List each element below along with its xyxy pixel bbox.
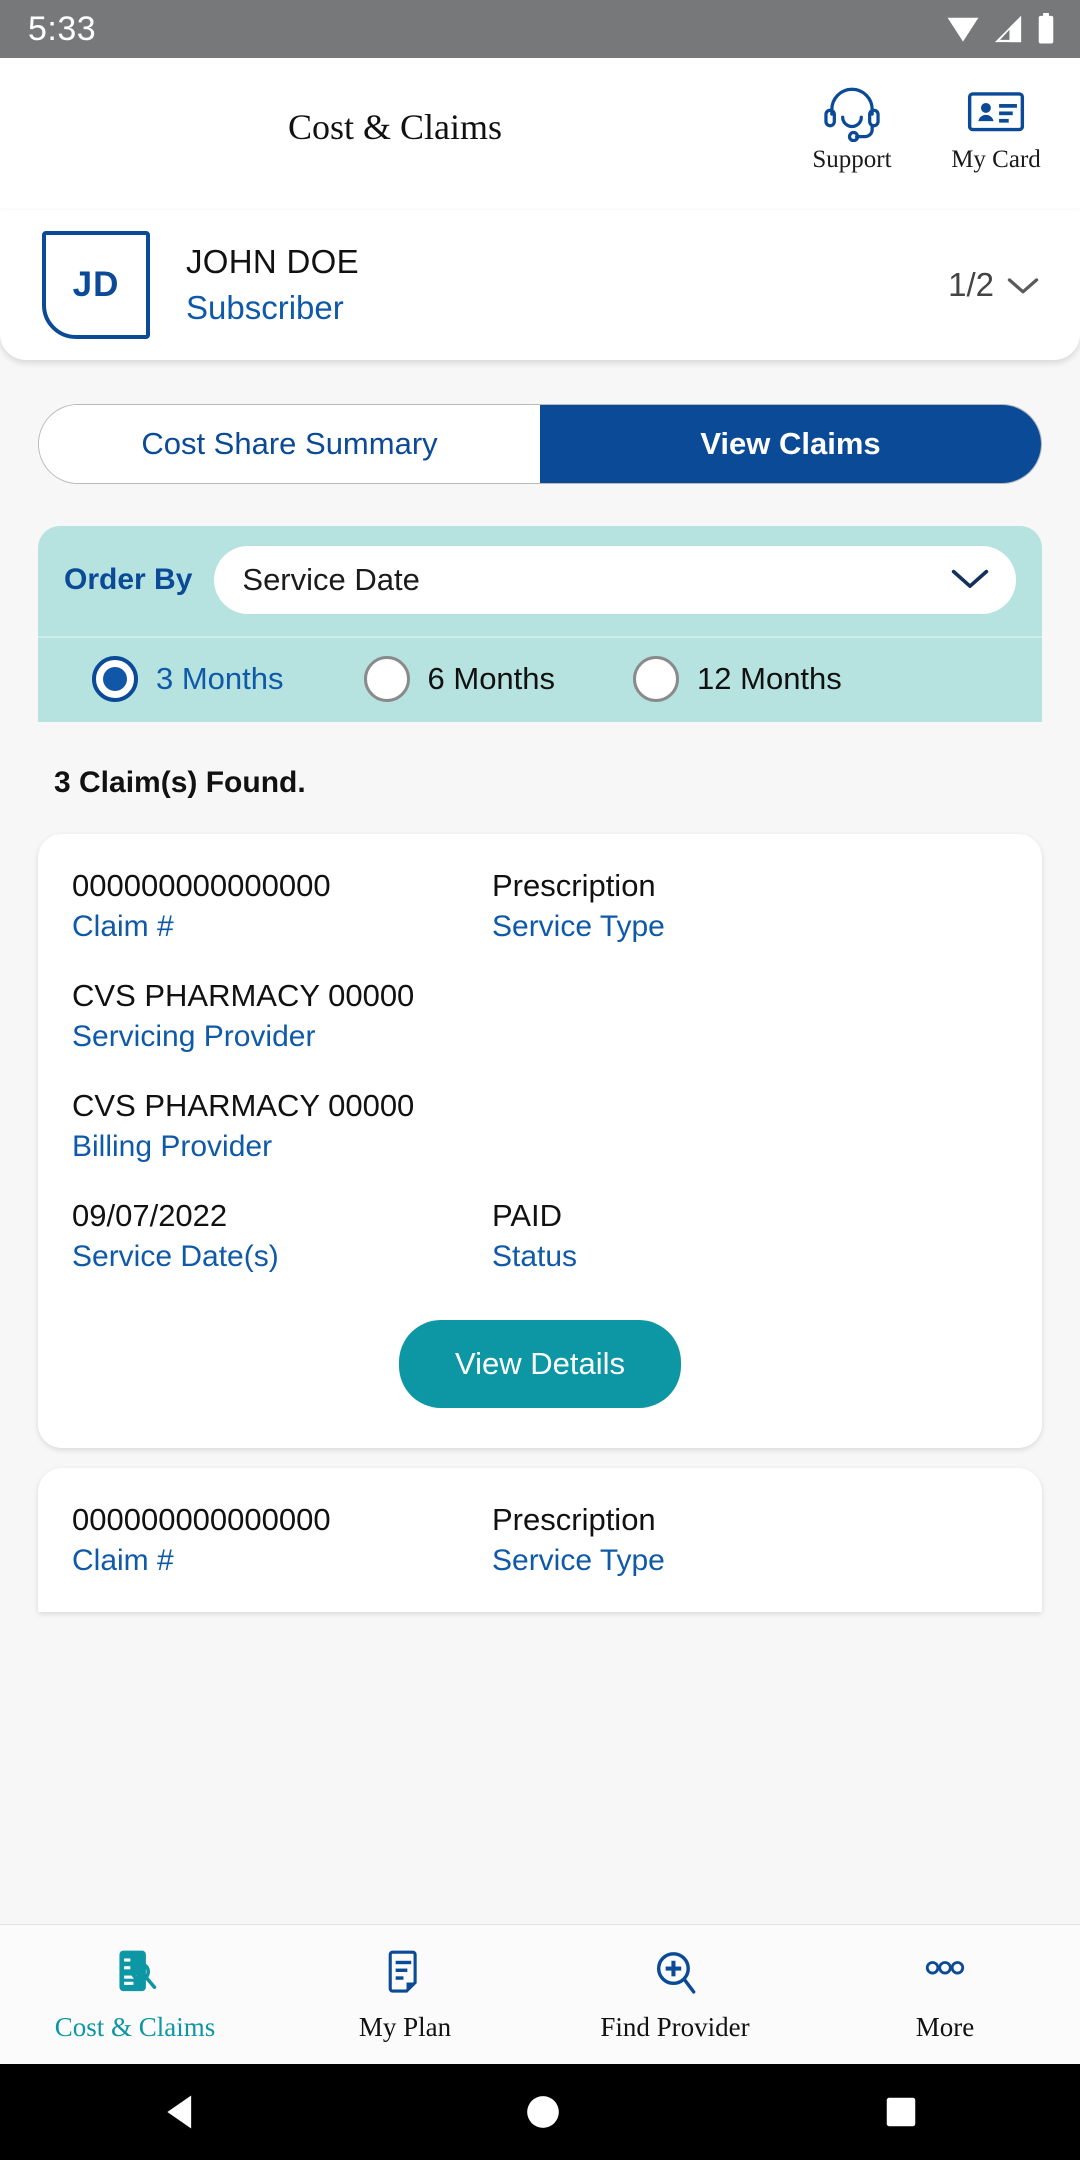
nav-my-plan-label: My Plan	[358, 2012, 452, 2042]
circle-icon	[527, 2096, 559, 2128]
nav-find-provider-label: Find Provider	[600, 2012, 750, 2042]
service-date-field: 09/07/2022 Service Date(s)	[72, 1198, 492, 1274]
servicing-provider-field: CVS PHARMACY 00000 Servicing Provider	[72, 978, 492, 1054]
tab-cost-share-summary[interactable]: Cost Share Summary	[39, 405, 540, 483]
claim-row-identity: 000000000000000 Claim # Prescription Ser…	[72, 868, 1008, 978]
service-type-field: Prescription Service Type	[492, 1502, 1008, 1578]
radio-6-months-control[interactable]	[363, 656, 410, 702]
status-field: PAID Status	[492, 1198, 1008, 1274]
status-time: 5:33	[28, 9, 97, 48]
radio-3-months-label: 3 Months	[156, 661, 284, 696]
my-card-label: My Card	[951, 146, 1041, 173]
claim-card[interactable]: 000000000000000 Claim # Prescription Ser…	[38, 834, 1042, 1448]
radio-12-months-control[interactable]	[633, 656, 680, 702]
square-icon	[887, 2097, 916, 2127]
claims-found-text: 3 Claim(s) Found.	[54, 766, 306, 799]
service-date-label: Service Date(s)	[72, 1240, 279, 1273]
tabs-container: Cost Share Summary View Claims	[0, 360, 1080, 484]
member-pager-count: 1/2	[948, 266, 994, 303]
claim-number-label: Claim #	[72, 910, 174, 943]
nav-cost-claims[interactable]: Cost & Claims	[0, 1946, 270, 2043]
avatar: JD	[42, 231, 150, 339]
battery-icon	[1038, 13, 1054, 44]
claims-results: 3 Claim(s) Found. 000000000000000 Claim …	[38, 722, 1042, 1612]
nav-find-provider[interactable]: Find Provider	[540, 1946, 810, 2043]
member-role: Subscriber	[186, 289, 344, 326]
member-info: JOHN DOE Subscriber	[186, 243, 359, 327]
claim-number-field: 000000000000000 Claim #	[72, 868, 492, 944]
view-details-wrap: View Details	[72, 1308, 1008, 1448]
status-icon-group	[946, 13, 1056, 45]
wifi-icon	[947, 17, 979, 42]
radio-3-months-control[interactable]	[92, 656, 138, 702]
triangle-left-icon	[166, 2095, 191, 2129]
claim-row-servicing: CVS PHARMACY 00000 Servicing Provider	[72, 978, 1008, 1088]
service-type-label: Service Type	[492, 910, 665, 943]
claim-row-date-status: 09/07/2022 Service Date(s) PAID Status	[72, 1198, 1008, 1308]
system-navigation-bar	[0, 2064, 1080, 2160]
member-pager[interactable]: 1/2	[948, 266, 1040, 304]
back-button[interactable]	[160, 2090, 204, 2134]
claim-number-value: 000000000000000	[72, 868, 331, 903]
more-dots-icon	[925, 1961, 965, 1975]
status-bar: 5:33	[0, 0, 1080, 58]
view-mode-tabs: Cost Share Summary View Claims	[38, 404, 1042, 484]
order-by-row: Order By Service Date	[38, 526, 1042, 636]
billing-provider-value: CVS PHARMACY 00000	[72, 1088, 415, 1123]
app-header: Cost & Claims Support My Card	[0, 58, 1080, 210]
claim-number-label: Claim #	[72, 1544, 174, 1577]
billing-provider-label: Billing Provider	[72, 1130, 273, 1163]
app-screen: 5:33 Cost & Claims Support My Card JD JO…	[0, 0, 1080, 2160]
radio-6-months[interactable]: 6 Months	[363, 656, 556, 702]
status-value: PAID	[492, 1198, 563, 1233]
home-button[interactable]	[523, 2092, 563, 2132]
support-label: Support	[812, 146, 892, 173]
servicing-provider-label: Servicing Provider	[72, 1020, 316, 1053]
service-date-value: 09/07/2022	[72, 1198, 228, 1233]
nav-my-plan[interactable]: My Plan	[270, 1946, 540, 2043]
nav-cost-claims-label: Cost & Claims	[54, 2012, 216, 2042]
service-type-value: Prescription	[492, 868, 656, 903]
radio-3-months[interactable]: 3 Months	[92, 656, 284, 702]
claim-row-billing: CVS PHARMACY 00000 Billing Provider	[72, 1088, 1008, 1198]
recents-button[interactable]	[882, 2093, 920, 2131]
status-label: Status	[492, 1240, 578, 1273]
radio-6-months-label: 6 Months	[427, 661, 556, 696]
radio-12-months[interactable]: 12 Months	[633, 656, 842, 702]
claims-search-icon	[119, 1950, 157, 1992]
order-by-select[interactable]: Service Date	[214, 546, 1016, 614]
claim-number-value: 000000000000000	[72, 1502, 331, 1537]
tab-view-claims[interactable]: View Claims	[540, 405, 1041, 483]
nav-more-label: More	[915, 2012, 975, 2042]
provider-search-icon	[656, 1952, 696, 1994]
service-type-label: Service Type	[492, 1544, 665, 1577]
view-details-button[interactable]: View Details	[398, 1320, 681, 1408]
billing-provider-field: CVS PHARMACY 00000 Billing Provider	[72, 1088, 492, 1164]
service-type-field: Prescription Service Type	[492, 868, 1008, 944]
bottom-navigation: Cost & Claims My Plan Find Provider More	[0, 1924, 1080, 2064]
service-type-value: Prescription	[492, 1502, 656, 1537]
member-card[interactable]: JD JOHN DOE Subscriber 1/2	[0, 210, 1080, 360]
chevron-down-icon	[1007, 278, 1039, 294]
radio-12-months-label: 12 Months	[697, 661, 842, 696]
period-radio-group: 3 Months 6 Months 12 Months	[38, 636, 1042, 722]
nav-more[interactable]: More	[810, 1946, 1080, 2043]
order-by-label: Order By	[64, 563, 193, 596]
signal-icon	[994, 15, 1022, 43]
order-by-value: Service Date	[242, 562, 420, 597]
chevron-down-icon	[950, 562, 990, 598]
claim-number-field: 000000000000000 Claim #	[72, 1502, 492, 1578]
document-icon	[388, 1950, 417, 1993]
servicing-provider-value: CVS PHARMACY 00000	[72, 978, 415, 1013]
claim-row-identity: 000000000000000 Claim # Prescription Ser…	[72, 1502, 1008, 1612]
member-name: JOHN DOE	[186, 243, 359, 280]
filter-panel: Order By Service Date 3 Months 6 Months	[38, 526, 1042, 722]
claim-card[interactable]: 000000000000000 Claim # Prescription Ser…	[38, 1468, 1042, 1612]
page-title: Cost & Claims	[287, 107, 503, 147]
